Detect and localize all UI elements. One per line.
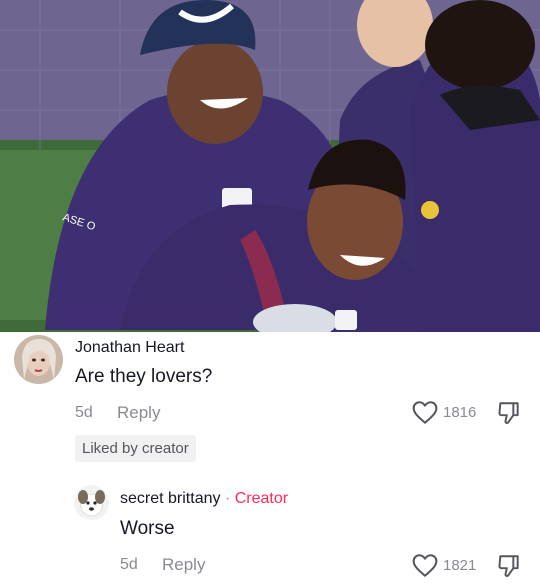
comment-item: Jonathan Heart Are they lovers? 5d Reply… bbox=[0, 332, 540, 472]
like-button[interactable]: 1821 bbox=[411, 553, 476, 578]
like-count: 1821 bbox=[443, 557, 477, 574]
photo-illustration: ASE O bbox=[0, 0, 540, 332]
comment-text: Are they lovers? bbox=[75, 366, 213, 387]
liked-by-creator-badge: Liked by creator bbox=[75, 435, 196, 462]
reply-button[interactable]: Reply bbox=[162, 555, 205, 575]
like-button[interactable]: 1816 bbox=[411, 400, 476, 425]
comment-text: Worse bbox=[120, 518, 175, 539]
comment-author[interactable]: secret brittany bbox=[120, 490, 220, 507]
comment-age: 5d bbox=[120, 556, 138, 573]
thumbs-down-outline-icon bbox=[498, 555, 519, 577]
creator-tag: Creator bbox=[234, 490, 289, 507]
reply-button[interactable]: Reply bbox=[117, 403, 160, 423]
commenter-avatar[interactable] bbox=[14, 335, 63, 384]
separator-dot: · bbox=[224, 490, 231, 507]
avatar-image bbox=[14, 335, 63, 384]
post-photo: ASE O bbox=[0, 0, 540, 332]
commenter-avatar[interactable] bbox=[74, 485, 109, 520]
thumbs-down-outline-icon bbox=[498, 402, 519, 424]
dislike-button[interactable] bbox=[496, 553, 522, 584]
comment-author[interactable]: Jonathan Heart bbox=[75, 339, 184, 357]
comment-author-line: secret brittany · Creator bbox=[120, 490, 288, 508]
avatar-image bbox=[74, 485, 109, 520]
comment-age: 5d bbox=[75, 404, 93, 421]
dislike-button[interactable] bbox=[496, 400, 522, 431]
heart-outline-icon bbox=[412, 554, 438, 577]
like-count: 1816 bbox=[443, 404, 477, 421]
reply-comment-item: secret brittany · Creator Worse 5d Reply… bbox=[0, 472, 540, 578]
heart-outline-icon bbox=[412, 401, 438, 424]
